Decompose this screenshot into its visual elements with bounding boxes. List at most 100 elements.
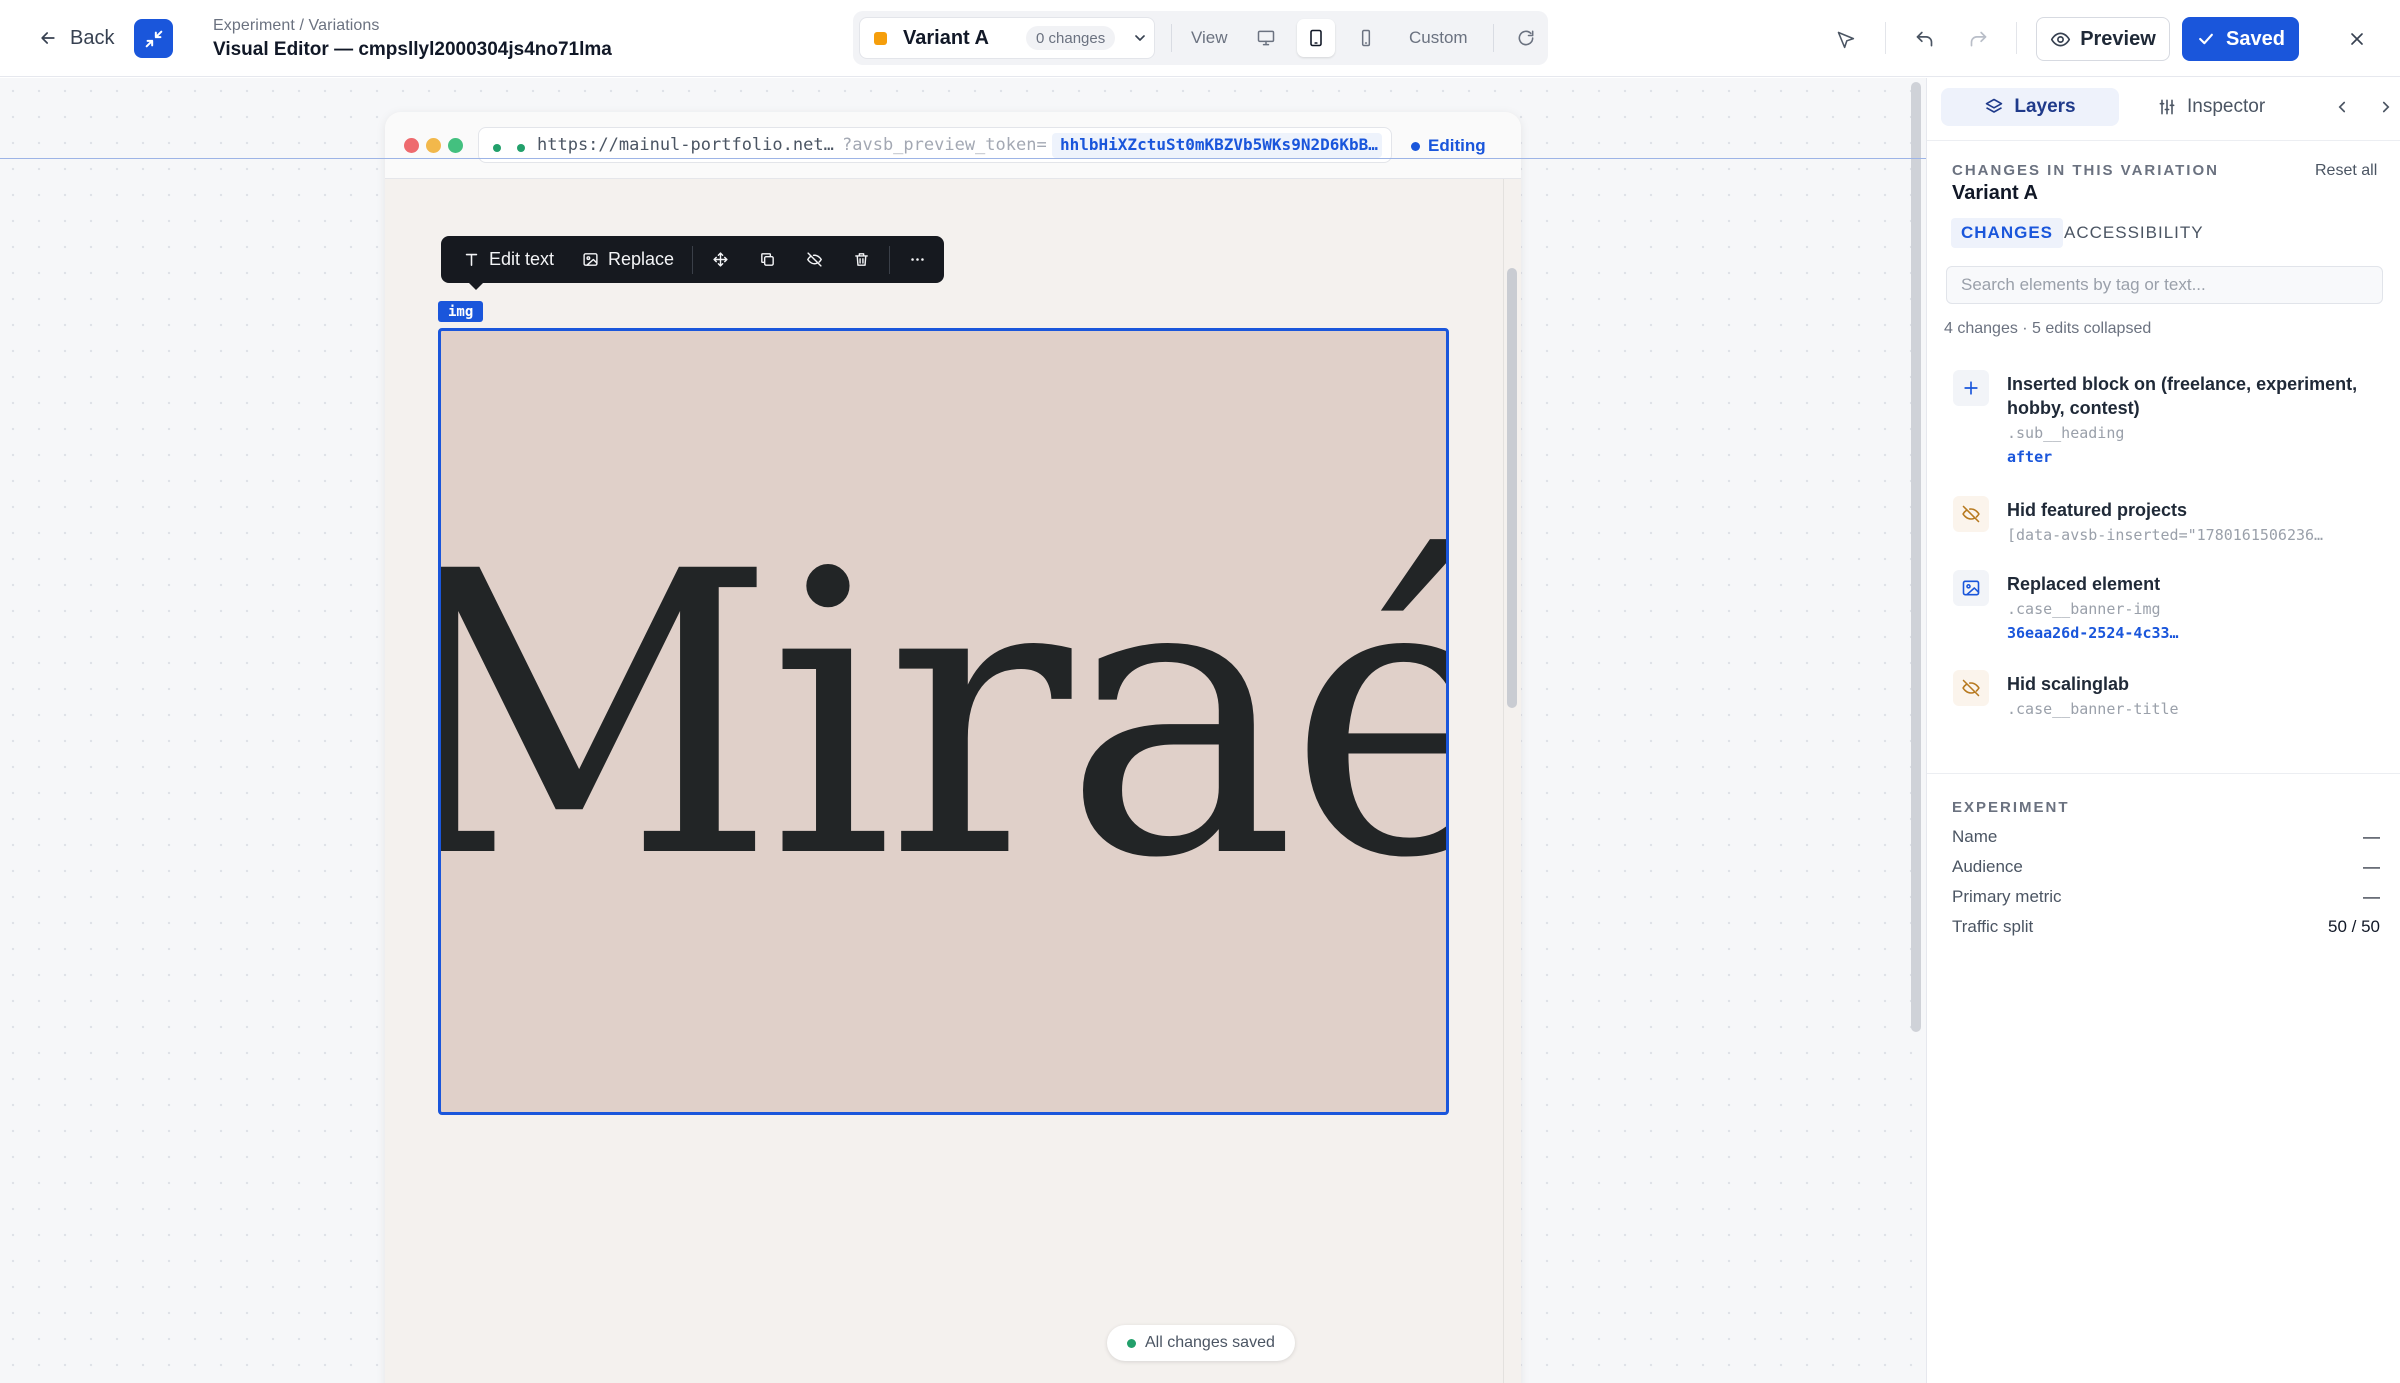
breadcrumb[interactable]: Experiment / Variations bbox=[213, 17, 612, 35]
url-text: https://mainul-portfolio.net… bbox=[537, 135, 834, 155]
eye-off-icon bbox=[1953, 670, 1989, 706]
eye-off-icon bbox=[807, 252, 823, 267]
autosave-label: All changes saved bbox=[1145, 1334, 1275, 1351]
view-label: View bbox=[1191, 28, 1228, 47]
replace-button[interactable]: Replace bbox=[568, 241, 688, 278]
check-icon bbox=[2199, 33, 2213, 45]
preview-button[interactable]: Preview bbox=[2036, 17, 2170, 61]
mobile-view-button[interactable] bbox=[1347, 19, 1385, 57]
refresh-icon bbox=[1518, 30, 1534, 46]
undo-button[interactable] bbox=[1904, 19, 1944, 59]
chevron-left-icon bbox=[2338, 101, 2346, 113]
top-bar: Back Experiment / Variations Visual Edit… bbox=[0, 0, 2400, 77]
monitor-icon bbox=[1257, 30, 1275, 46]
experiment-row-key: Name bbox=[1952, 827, 1998, 846]
reset-all-button[interactable]: Reset all bbox=[2315, 162, 2377, 180]
preview-label: Preview bbox=[2080, 27, 2156, 50]
tab-layers-label: Layers bbox=[2014, 96, 2076, 117]
change-selector: .sub__heading bbox=[2007, 424, 2125, 442]
delete-button[interactable] bbox=[838, 241, 885, 278]
change-item[interactable]: Inserted block on (freelance, experiment… bbox=[1953, 370, 2383, 480]
move-icon bbox=[713, 252, 728, 267]
subtab-changes[interactable]: CHANGES bbox=[1951, 218, 2064, 248]
experiment-row-key: Primary metric bbox=[1952, 887, 2062, 906]
more-horizontal-icon bbox=[911, 258, 924, 261]
change-asset-id: 36eaa26d-2524-4c33… bbox=[2007, 624, 2179, 642]
change-selector: [data-avsb-inserted="1780161506236… bbox=[2007, 526, 2324, 544]
tablet-view-button[interactable] bbox=[1297, 19, 1335, 57]
image-icon bbox=[1953, 570, 1989, 606]
window-maximize-dot bbox=[448, 138, 463, 153]
plus-icon bbox=[1953, 370, 1989, 406]
saved-label: Saved bbox=[2226, 27, 2285, 50]
eye-off-icon bbox=[1953, 496, 1989, 532]
collapse-arrows-icon bbox=[145, 30, 162, 47]
panel-prev-button[interactable] bbox=[2329, 94, 2355, 120]
saved-dot bbox=[1127, 1338, 1136, 1348]
change-title: Hid featured projects bbox=[2007, 500, 2188, 520]
canvas-scrollbar[interactable] bbox=[1911, 82, 1921, 1032]
preview-browser-frame: https://mainul-portfolio.net… ?avsb_prev… bbox=[385, 112, 1521, 1383]
change-item[interactable]: Hid scalinglab .case__banner-title bbox=[1953, 670, 2383, 734]
redo-button[interactable] bbox=[1958, 19, 1998, 59]
refresh-button[interactable] bbox=[1507, 19, 1545, 57]
edit-text-label: Edit text bbox=[489, 249, 555, 269]
app-logo bbox=[134, 19, 173, 58]
variant-color-dot bbox=[874, 31, 887, 45]
secure-dot bbox=[517, 144, 525, 152]
tab-inspector-label: Inspector bbox=[2187, 96, 2266, 117]
close-editor-button[interactable] bbox=[2337, 19, 2377, 59]
editor-canvas[interactable]: https://mainul-portfolio.net… ?avsb_prev… bbox=[0, 78, 1926, 1383]
experiment-row-audience: Audience — bbox=[1952, 857, 2380, 879]
move-button[interactable] bbox=[697, 241, 744, 278]
undo-icon bbox=[1916, 31, 1932, 46]
variant-view-controls: Variant A 0 changes View Custom bbox=[853, 11, 1548, 65]
window-close-dot bbox=[404, 138, 419, 153]
layers-icon bbox=[1986, 98, 2003, 113]
change-item[interactable]: Hid featured projects [data-avsb-inserte… bbox=[1953, 496, 2383, 560]
variant-select[interactable]: Variant A 0 changes bbox=[859, 17, 1155, 59]
smartphone-icon bbox=[1361, 29, 1371, 47]
experiment-row-traffic-split: Traffic split 50 / 50 bbox=[1952, 917, 2380, 939]
select-element-button[interactable] bbox=[1825, 19, 1865, 59]
changes-count-badge: 0 changes bbox=[1026, 26, 1116, 50]
experiment-row-name: Name — bbox=[1952, 827, 2380, 849]
tab-inspector[interactable]: Inspector bbox=[2141, 88, 2289, 126]
search-input[interactable] bbox=[1946, 266, 2383, 304]
editing-dot bbox=[1411, 141, 1420, 151]
chevron-down-icon bbox=[1135, 35, 1145, 41]
desktop-view-button[interactable] bbox=[1247, 19, 1285, 57]
experiment-row-value: — bbox=[2363, 887, 2380, 906]
panel-next-button[interactable] bbox=[2373, 94, 2399, 120]
duplicate-button[interactable] bbox=[744, 241, 791, 278]
back-button[interactable]: Back bbox=[30, 20, 122, 56]
editing-status: Editing bbox=[1411, 133, 1486, 159]
selected-banner-image[interactable]: Miraé bbox=[438, 328, 1449, 1115]
copy-icon bbox=[761, 253, 774, 266]
page-scrollbar[interactable] bbox=[1507, 268, 1517, 708]
change-position: after bbox=[2007, 448, 2053, 466]
subtab-accessibility[interactable]: ACCESSIBILITY bbox=[2054, 218, 2214, 248]
edit-text-button[interactable]: Edit text bbox=[449, 241, 568, 278]
url-param: ?avsb_preview_token= bbox=[842, 135, 1047, 155]
chevron-right-icon bbox=[2382, 101, 2390, 113]
experiment-row-value: 50 / 50 bbox=[2328, 917, 2380, 936]
more-options-button[interactable] bbox=[894, 241, 941, 278]
editing-label: Editing bbox=[1428, 136, 1486, 155]
custom-view-button[interactable]: Custom bbox=[1409, 28, 1468, 48]
experiment-row-value: — bbox=[2363, 857, 2380, 876]
changes-summary: 4 changes · 5 edits collapsed bbox=[1944, 320, 2152, 337]
right-panel: Layers Inspector CHANGES IN THIS VARIATI… bbox=[1926, 78, 2400, 1383]
experiment-row-primary-metric: Primary metric — bbox=[1952, 887, 2380, 909]
sliders-icon bbox=[2159, 99, 2175, 115]
redo-icon bbox=[1970, 31, 1986, 46]
change-item[interactable]: Replaced element .case__banner-img 36eaa… bbox=[1953, 570, 2383, 658]
trash-icon bbox=[855, 253, 868, 266]
hide-button[interactable] bbox=[791, 241, 838, 278]
change-title: Hid scalinglab bbox=[2007, 674, 2130, 694]
back-label: Back bbox=[70, 26, 115, 49]
tab-layers[interactable]: Layers bbox=[1941, 88, 2119, 126]
saved-button[interactable]: Saved bbox=[2182, 17, 2299, 61]
experiment-row-key: Audience bbox=[1952, 857, 2023, 876]
cursor-icon bbox=[1837, 31, 1854, 48]
